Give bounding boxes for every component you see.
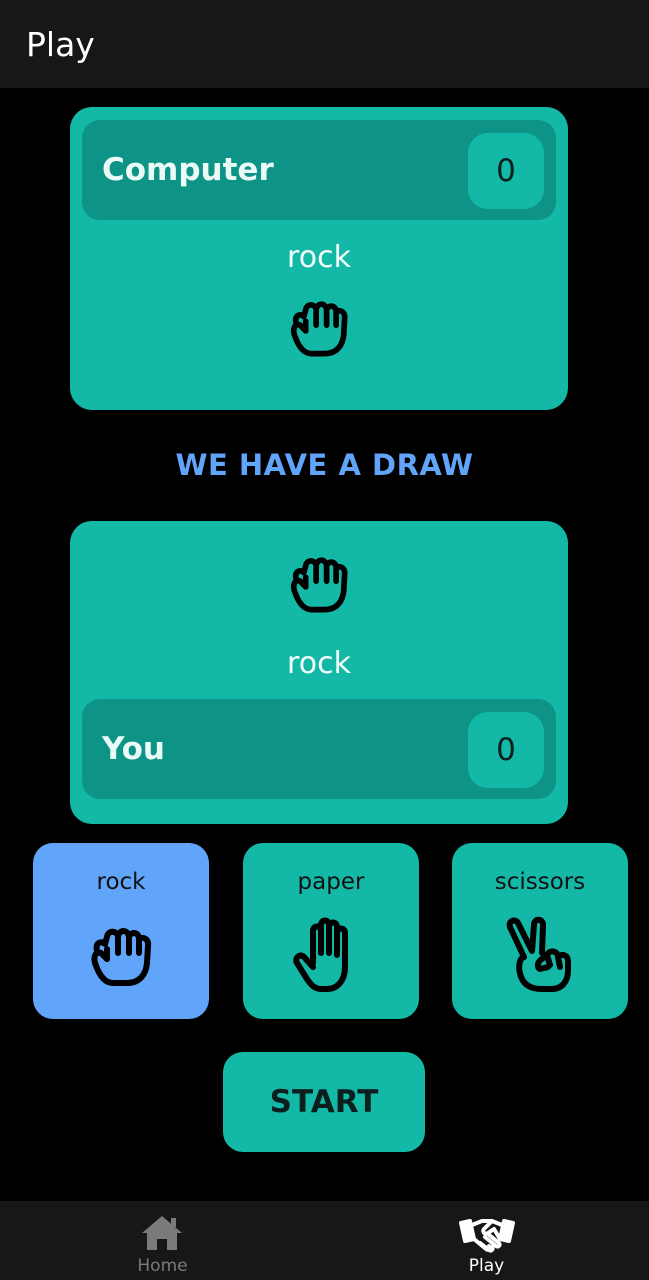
page-title: Play <box>26 24 95 64</box>
nav-label-home: Home <box>137 1256 188 1276</box>
player-card: rock You 0 <box>70 521 568 824</box>
computer-score-bar: Computer 0 <box>82 120 556 220</box>
computer-name: Computer <box>102 152 274 188</box>
computer-choice-label: rock <box>287 240 351 275</box>
result-message: WE HAVE A DRAW <box>175 448 474 482</box>
computer-score: 0 <box>468 133 544 209</box>
rock-hand-icon <box>81 915 161 995</box>
option-scissors-label: scissors <box>494 869 586 895</box>
player-choice-label: rock <box>287 646 351 681</box>
bottom-nav: Home Play <box>0 1201 649 1280</box>
option-paper-button[interactable]: paper <box>243 843 419 1019</box>
player-score-bar: You 0 <box>82 699 556 799</box>
option-rock-label: rock <box>96 869 146 895</box>
player-name: You <box>102 731 165 767</box>
start-button[interactable]: START <box>223 1052 425 1152</box>
rock-hand-icon <box>281 289 357 365</box>
nav-item-play[interactable]: Play <box>324 1201 649 1280</box>
rock-hand-icon <box>281 545 357 621</box>
scissors-hand-icon <box>500 915 580 995</box>
home-icon <box>140 1213 184 1253</box>
option-scissors-button[interactable]: scissors <box>452 843 628 1019</box>
nav-item-home[interactable]: Home <box>0 1201 325 1280</box>
player-score: 0 <box>468 712 544 788</box>
paper-hand-icon <box>291 915 371 995</box>
app-bar: Play <box>0 0 649 88</box>
handshake-icon <box>458 1213 516 1253</box>
computer-card: Computer 0 rock <box>70 107 568 410</box>
option-rock-button[interactable]: rock <box>33 843 209 1019</box>
nav-label-play: Play <box>468 1256 505 1276</box>
option-paper-label: paper <box>297 869 365 895</box>
